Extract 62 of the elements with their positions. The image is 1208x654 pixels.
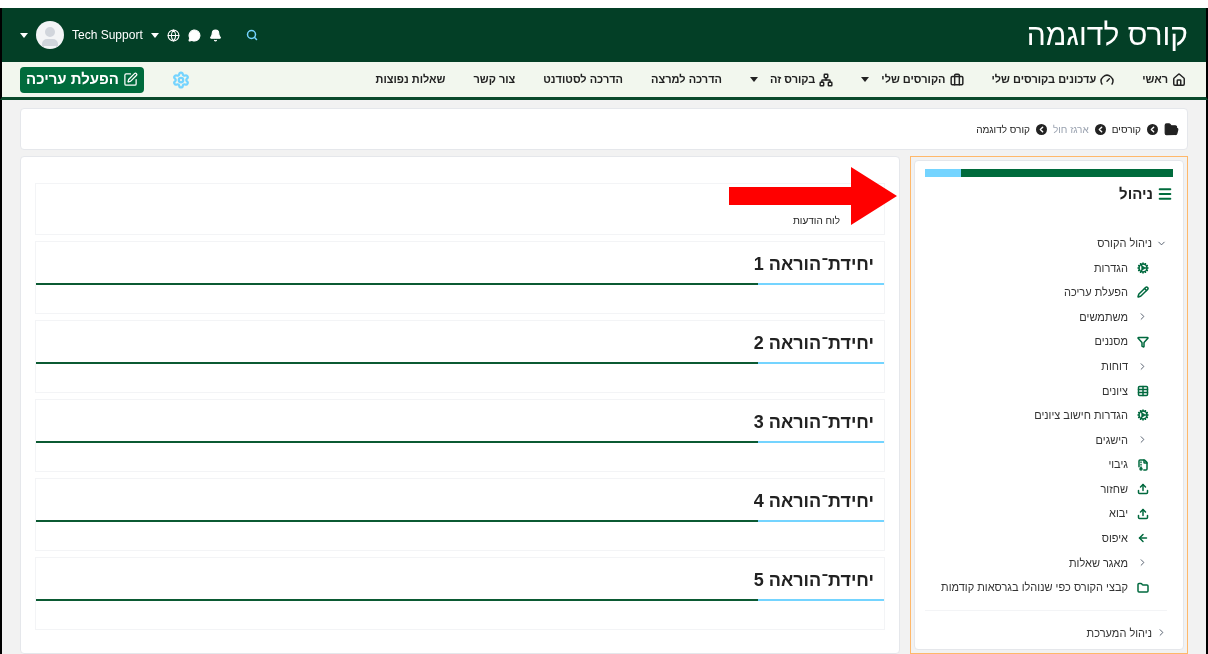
section-title: יחידת־הוראה 2 [753,332,874,355]
section-title: יחידת־הוראה 3 [753,411,874,434]
pencil-icon [1136,286,1149,299]
nav-link[interactable]: צור קשר [473,71,516,88]
tree-item[interactable]: שחזור [1100,480,1128,498]
folder-icon [1136,581,1149,594]
tree-item[interactable]: הפעלת עריכה [1064,284,1128,301]
avatar-icon[interactable] [36,21,64,49]
tree-item[interactable]: גיבוי [1108,456,1128,473]
tree-item[interactable]: הישגים [1095,431,1128,449]
briefcase-icon [949,72,964,87]
nav-link[interactable]: הדרכה לסטודנט [543,71,624,88]
tree-item[interactable]: קבצי הקורס כפי שנוהלו בגרסאות קודמות [941,579,1128,596]
settings-icon [1136,261,1149,274]
section-title: יחידת־הוראה 1 [753,253,874,276]
tree-item[interactable]: משתמשים [1079,308,1128,326]
nav-link[interactable]: הדרכה למרצה [651,71,722,88]
breadcrumb-link[interactable]: קורסים [1111,121,1141,137]
breadcrumb-link[interactable]: קורס לדוגמה [976,121,1030,137]
tree-item[interactable]: ניהול הקורס [1097,235,1152,252]
nav-link[interactable]: הקורסים שלי [861,71,964,88]
folder-open-icon [1164,121,1179,137]
edit-mode-button[interactable]: הפעלת עריכה [20,66,144,93]
settings-icon [1136,409,1149,422]
nav-link[interactable]: ראשי [1142,71,1186,88]
chevron-circle-icon [1147,123,1158,135]
caret-icon [20,32,28,38]
site-title: קורס לדוגמה [1026,20,1188,50]
nav-link[interactable]: שאלות נפוצות [375,71,446,88]
house-icon [1172,72,1186,87]
arrow-left-icon [1136,532,1149,545]
tree-item[interactable]: הגדרות חישוב ציונים [1034,407,1128,424]
announcements-link[interactable]: לוח הודעות [792,213,840,228]
block-title: ניהול [1119,184,1153,204]
nav-link[interactable]: בקורס זה [750,71,834,88]
upload-icon [1136,483,1149,496]
user-name[interactable]: Tech Support [72,26,143,44]
sitemap-icon [819,72,834,87]
upload-icon [1136,507,1149,520]
globe-icon[interactable] [166,28,180,42]
tree-item[interactable]: דוחות [1101,357,1128,375]
progress-stripe-end [925,169,961,177]
tree-item[interactable]: ציונים [1101,382,1128,399]
tree-item[interactable]: איפוס [1101,530,1128,547]
caret-icon [150,32,159,38]
section-title: יחידת־הוראה 5 [753,569,874,592]
tree-item[interactable]: מאגר שאלות [1068,554,1128,572]
chat-icon[interactable] [187,28,201,42]
gauge-icon [1100,72,1115,87]
search-icon[interactable] [245,29,258,41]
edit-icon [123,72,138,87]
section-title: יחידת־הוראה 4 [753,490,874,513]
nav-link[interactable]: עדכונים בקורסים שלי [991,71,1115,88]
menu-icon [1157,186,1173,203]
tree-item[interactable]: יבוא [1109,505,1128,522]
tree-item[interactable]: הגדרות [1093,259,1128,277]
tree-item[interactable]: ניהול המערכת [1086,624,1152,642]
tree-item[interactable]: מסננים [1094,333,1128,350]
bell-icon[interactable] [208,28,222,42]
filter-icon [1136,335,1149,348]
table-icon [1136,384,1149,397]
file-icon [1136,458,1149,471]
